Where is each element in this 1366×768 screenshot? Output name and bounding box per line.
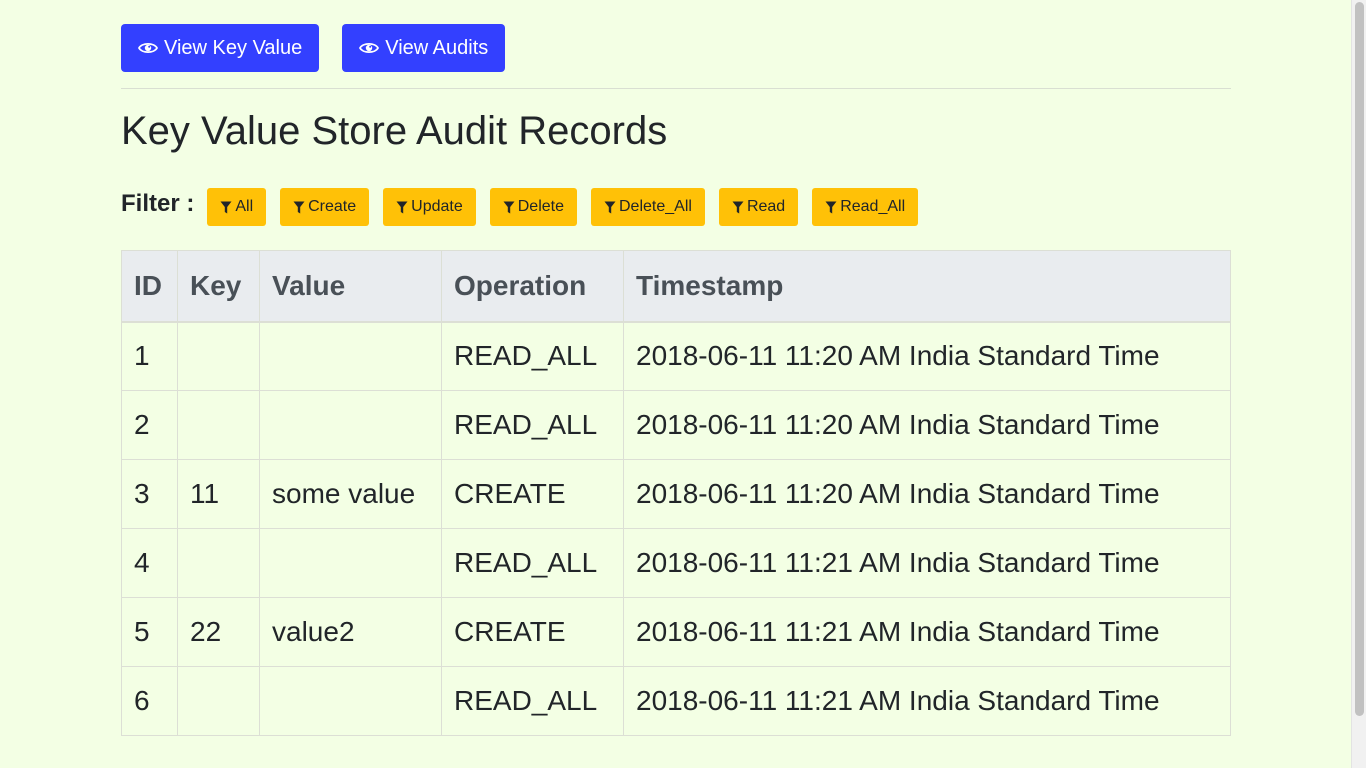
filter-icon <box>396 201 408 214</box>
table-header: ID Key Value Operation Timestamp <box>121 250 1231 323</box>
filter-icon <box>604 201 616 214</box>
cell-id: 5 <box>121 597 178 667</box>
cell-value: value2 <box>259 597 442 667</box>
table-row: 4 READ_ALL 2018-06-11 11:21 AM India Stand… <box>121 528 1231 598</box>
column-header-value[interactable]: Value <box>259 250 442 323</box>
filter-label: Filter : <box>121 190 195 217</box>
cell-timestamp: 2018-06-11 11:21 AM India Standard Time <box>623 528 1231 598</box>
cell-timestamp: 2018-06-11 11:21 AM India Standard Time <box>623 666 1231 736</box>
table-row: 3 11 some value CREATE 2018-06-11 11:20 AM I… <box>121 459 1231 529</box>
filter-button-all[interactable]: All <box>207 188 267 226</box>
column-header-operation[interactable]: Operation <box>441 250 624 323</box>
filter-button-delete-all[interactable]: Delete_All <box>591 188 705 226</box>
view-audits-label: View Audits <box>385 36 489 59</box>
filter-icon <box>825 201 837 214</box>
main-content: View Key Value View Audits Key Value Sto… <box>121 24 1231 736</box>
eye-icon <box>359 41 380 55</box>
column-header-id[interactable]: ID <box>121 250 178 323</box>
filter-icon <box>503 201 515 214</box>
cell-operation: READ_ALL <box>441 390 624 460</box>
cell-operation: READ_ALL <box>441 528 624 598</box>
cell-operation: CREATE <box>441 459 624 529</box>
cell-value <box>259 321 442 391</box>
filter-button-label: Read <box>746 198 786 215</box>
cell-key: 11 <box>177 459 260 529</box>
audit-table: ID Key Value Operation Timestamp 1 READ_A… <box>121 250 1231 736</box>
filter-icon <box>732 201 744 214</box>
cell-id: 2 <box>121 390 178 460</box>
filter-button-label: Read_All <box>840 198 906 215</box>
view-key-value-button[interactable]: View Key Value <box>121 24 320 72</box>
cell-operation: READ_ALL <box>441 321 624 391</box>
cell-key <box>177 666 260 736</box>
filter-bar: Filter : All Create Update Delete Delete_All… <box>121 188 1231 226</box>
filter-button-label: Update <box>411 198 463 215</box>
filter-button-read[interactable]: Read <box>718 188 799 226</box>
filter-button-delete[interactable]: Delete <box>489 188 577 226</box>
scrollbar-thumb[interactable] <box>1355 2 1364 716</box>
table-row: 1 READ_ALL 2018-06-11 11:20 AM India Stand… <box>121 321 1231 391</box>
cell-key <box>177 321 260 391</box>
view-key-value-label: View Key Value <box>164 36 303 59</box>
filter-buttons: All Create Update Delete Delete_All Read Read_… <box>207 188 932 226</box>
filter-icon <box>220 201 232 214</box>
divider <box>121 88 1231 89</box>
filter-button-create[interactable]: Create <box>280 188 370 226</box>
filter-button-read-all[interactable]: Read_All <box>812 188 919 226</box>
table-body: 1 READ_ALL 2018-06-11 11:20 AM India Stand… <box>121 321 1231 736</box>
page: View Key Value View Audits Key Value Sto… <box>0 0 1366 768</box>
column-header-timestamp[interactable]: Timestamp <box>623 250 1231 323</box>
table-row: 2 READ_ALL 2018-06-11 11:20 AM India Stand… <box>121 390 1231 460</box>
cell-timestamp: 2018-06-11 11:21 AM India Standard Time <box>623 597 1231 667</box>
top-actions: View Key Value View Audits <box>121 24 1231 72</box>
table-row: 6 READ_ALL 2018-06-11 11:21 AM India Stand… <box>121 666 1231 736</box>
cell-operation: READ_ALL <box>441 666 624 736</box>
page-title: Key Value Store Audit Records <box>121 109 668 153</box>
cell-value <box>259 666 442 736</box>
cell-key <box>177 390 260 460</box>
cell-id: 1 <box>121 321 178 391</box>
cell-value: some value <box>259 459 442 529</box>
cell-key <box>177 528 260 598</box>
cell-id: 3 <box>121 459 178 529</box>
column-header-key[interactable]: Key <box>177 250 260 323</box>
filter-icon <box>293 201 305 214</box>
filter-button-label: All <box>235 198 254 215</box>
cell-timestamp: 2018-06-11 11:20 AM India Standard Time <box>623 459 1231 529</box>
vertical-scrollbar[interactable] <box>1351 0 1366 768</box>
filter-button-label: Delete <box>517 198 564 215</box>
filter-button-update[interactable]: Update <box>383 188 476 226</box>
cell-id: 6 <box>121 666 178 736</box>
filter-button-label: Create <box>308 198 357 215</box>
cell-operation: CREATE <box>441 597 624 667</box>
filter-button-label: Delete_All <box>619 198 692 215</box>
table-row: 5 22 value2 CREATE 2018-06-11 11:21 AM India… <box>121 597 1231 667</box>
cell-timestamp: 2018-06-11 11:20 AM India Standard Time <box>623 390 1231 460</box>
cell-key: 22 <box>177 597 260 667</box>
view-audits-button[interactable]: View Audits <box>342 24 506 72</box>
cell-value <box>259 390 442 460</box>
cell-timestamp: 2018-06-11 11:20 AM India Standard Time <box>623 321 1231 391</box>
cell-id: 4 <box>121 528 178 598</box>
eye-icon <box>138 41 158 55</box>
cell-value <box>259 528 442 598</box>
